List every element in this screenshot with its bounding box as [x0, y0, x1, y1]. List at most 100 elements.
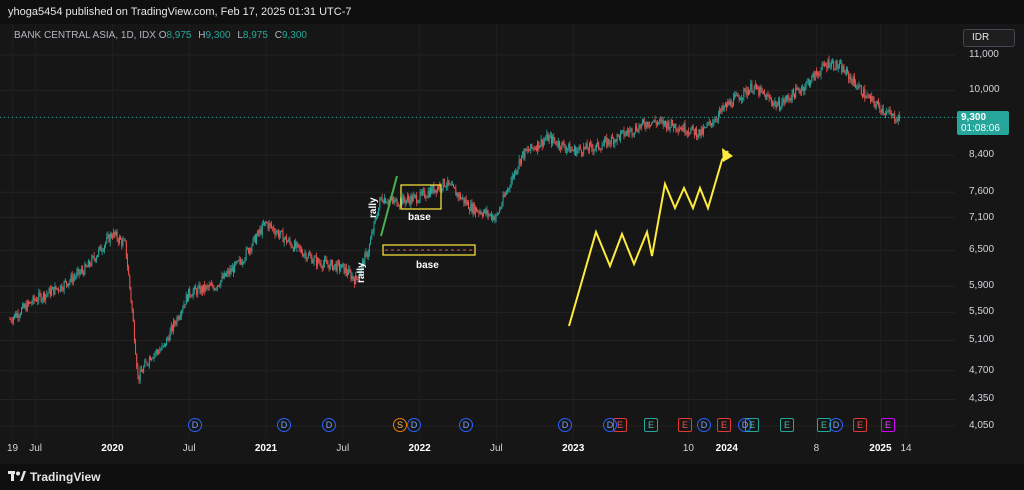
candle-body: [747, 91, 749, 95]
candle-body: [647, 122, 649, 127]
candle-body: [79, 271, 81, 274]
candle-body: [77, 269, 79, 272]
candle-body: [707, 123, 709, 125]
candle-body: [575, 147, 577, 156]
candle-body: [872, 96, 874, 99]
candle-body: [299, 247, 301, 249]
candle-body: [92, 255, 94, 257]
last-price-tag: 9,300 01:08:06: [957, 111, 1009, 135]
earnings-red-event-marker[interactable]: E: [853, 418, 867, 432]
dividend-event-marker[interactable]: D: [188, 418, 202, 432]
dividend-event-marker[interactable]: D: [322, 418, 336, 432]
candle-body: [856, 87, 858, 89]
candle-body: [853, 76, 855, 83]
candle-body: [773, 102, 775, 106]
candle-body: [18, 315, 20, 318]
dividend-event-marker[interactable]: D: [407, 418, 421, 432]
candle-body: [666, 123, 668, 129]
candle-body: [453, 184, 455, 188]
candle-body: [133, 321, 135, 342]
candle-body: [402, 195, 404, 205]
candle-body: [651, 122, 653, 126]
symbol-label[interactable]: BANK CENTRAL ASIA, 1D, IDX: [14, 30, 156, 41]
candle-body: [349, 269, 351, 273]
candle-body: [449, 183, 451, 185]
earnings-green-event-marker[interactable]: E: [644, 418, 658, 432]
candle-body: [446, 186, 448, 188]
candle-body: [795, 87, 797, 99]
candle-body: [515, 171, 517, 174]
candle-body: [328, 264, 330, 270]
candle-body: [108, 234, 110, 243]
candle-body: [875, 104, 877, 107]
candle-body: [743, 88, 745, 98]
earnings-red-event-marker[interactable]: E: [613, 418, 627, 432]
tradingview-logo[interactable]: TradingView: [8, 470, 100, 484]
candle-body: [366, 252, 368, 257]
candle-body: [21, 308, 23, 315]
candle-body: [836, 60, 838, 69]
candle-body: [737, 94, 739, 98]
candle-body: [429, 188, 431, 197]
candle-body: [671, 120, 673, 126]
earnings-green-event-marker[interactable]: E: [780, 418, 794, 432]
candle-body: [258, 230, 260, 234]
chart-area[interactable]: [0, 24, 1024, 464]
candle-body: [235, 262, 237, 264]
candle-body: [616, 134, 618, 142]
candle-body: [168, 338, 170, 341]
candle-body: [654, 119, 656, 123]
candle-body: [534, 148, 536, 150]
candle-body: [623, 129, 625, 137]
candle-body: [52, 287, 54, 290]
rally-line: [380, 175, 398, 237]
dividend-event-marker[interactable]: D: [277, 418, 291, 432]
candle-body: [578, 146, 580, 149]
candle-body: [879, 104, 881, 110]
last-price: 9,300: [961, 112, 987, 123]
candle-body: [681, 128, 683, 130]
dividend-event-marker[interactable]: D: [697, 418, 711, 432]
candle-body: [35, 299, 37, 302]
candle-body: [571, 149, 573, 151]
candle-body: [78, 269, 80, 274]
candle-body: [138, 375, 140, 381]
candle-body: [638, 125, 640, 133]
candle-body: [215, 288, 217, 290]
candle-body: [653, 119, 655, 122]
candle-body: [276, 231, 278, 233]
earnings-red-event-marker[interactable]: E: [717, 418, 731, 432]
candle-body: [259, 228, 261, 234]
x-tick-label: 10: [682, 443, 694, 454]
candle-body: [746, 91, 748, 95]
dividend-event-marker[interactable]: D: [829, 418, 843, 432]
earnings-green-event-marker[interactable]: E: [745, 418, 759, 432]
candle-body: [87, 260, 89, 268]
candle-body: [626, 131, 628, 133]
candle-body: [10, 319, 12, 321]
candle-body: [585, 143, 587, 149]
earnings-red-event-marker[interactable]: E: [678, 418, 692, 432]
candle-body: [327, 264, 329, 265]
candle-body: [177, 316, 179, 320]
x-tick-label: 2021: [254, 443, 278, 454]
candle-body: [245, 248, 247, 259]
candle-body: [373, 221, 375, 233]
dividend-event-marker[interactable]: D: [459, 418, 473, 432]
candle-body: [508, 188, 510, 190]
candle-body: [479, 211, 481, 213]
candle-body: [867, 95, 869, 97]
candle-body: [127, 257, 129, 268]
earnings-purple-event-marker[interactable]: E: [881, 418, 895, 432]
candle-body: [838, 63, 840, 68]
candle-body: [153, 354, 155, 359]
candle-body: [791, 89, 793, 101]
candle-body: [883, 113, 885, 115]
candle-body: [117, 239, 119, 243]
currency-button[interactable]: IDR: [963, 29, 1015, 47]
split-event-marker[interactable]: S: [393, 418, 407, 432]
dividend-event-marker[interactable]: D: [558, 418, 572, 432]
candle-body: [870, 95, 872, 101]
price-chart[interactable]: [0, 24, 1024, 464]
candle-body: [290, 242, 292, 247]
